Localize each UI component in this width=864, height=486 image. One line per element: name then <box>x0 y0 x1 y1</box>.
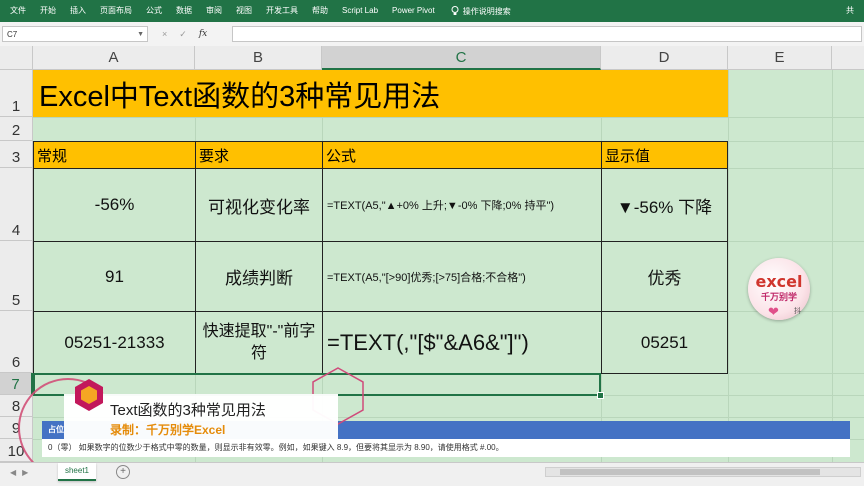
tab-help[interactable]: 帮助 <box>306 0 334 22</box>
tab-formulas[interactable]: 公式 <box>140 0 168 22</box>
tab-script-lab[interactable]: Script Lab <box>336 0 384 22</box>
cancel-icon[interactable]: × <box>162 29 167 39</box>
sheet-nav-arrows-icon[interactable]: ◀▶ <box>10 468 34 477</box>
sheet-tab-sheet1[interactable]: sheet1 <box>58 463 96 481</box>
ribbon-tabs: 文件 开始 插入 页面布局 公式 数据 审阅 视图 开发工具 帮助 Script… <box>4 0 511 22</box>
cell-d5[interactable]: 优秀 <box>601 241 728 312</box>
row-header-5[interactable]: 5 <box>0 241 33 311</box>
hexagon-logo-icon <box>75 379 103 411</box>
lightbulb-icon <box>451 6 459 15</box>
column-header-a[interactable]: A <box>33 46 195 70</box>
header-cell-b[interactable]: 要求 <box>195 141 323 169</box>
row-header-6[interactable]: 6 <box>0 311 33 373</box>
tell-me-search[interactable]: 操作说明搜索 <box>451 6 511 17</box>
row-header-2[interactable]: 2 <box>0 117 33 141</box>
tab-data[interactable]: 数据 <box>170 0 198 22</box>
cell-a4[interactable]: -56% <box>33 168 196 242</box>
header-cell-d[interactable]: 显示值 <box>601 141 728 169</box>
name-box-value: C7 <box>7 30 18 39</box>
overlay-subtitle: 录制：千万别学Excel <box>110 423 226 437</box>
fill-handle[interactable] <box>597 392 604 399</box>
cell-c4[interactable]: =TEXT(A5,"▲+0% 上升;▼-0% 下降;0% 持平") <box>322 168 602 242</box>
column-header-d[interactable]: D <box>601 46 728 70</box>
column-header-e[interactable]: E <box>728 46 832 70</box>
tab-home[interactable]: 开始 <box>34 0 62 22</box>
row-header-7[interactable]: 7 <box>0 373 33 395</box>
row-header-1[interactable]: 1 <box>0 70 33 117</box>
cell-a5[interactable]: 91 <box>33 241 196 312</box>
cell-b6[interactable]: 快速提取"-"前字符 <box>195 311 323 374</box>
formula-buttons: × ✓ fx <box>162 26 219 42</box>
overlay-title: Text函数的3种常见用法 <box>110 402 266 419</box>
sheet-tab-bar: ◀▶ sheet1 + <box>0 462 864 486</box>
select-all-corner[interactable] <box>0 46 33 70</box>
row-header-4[interactable]: 4 <box>0 168 33 241</box>
scrollbar-thumb[interactable] <box>560 469 820 475</box>
tab-power-pivot[interactable]: Power Pivot <box>386 0 441 22</box>
sheet-title-cell[interactable]: Excel中Text函数的3种常见用法 <box>33 70 728 117</box>
cell-d6[interactable]: 05251 <box>601 311 728 374</box>
tell-me-label: 操作说明搜索 <box>462 6 511 16</box>
watermark-subtext: 千万别学 <box>760 292 797 302</box>
tab-view[interactable]: 视图 <box>230 0 258 22</box>
name-box[interactable]: C7 ▼ <box>2 26 148 42</box>
formula-input[interactable] <box>232 26 862 42</box>
cell-c5[interactable]: =TEXT(A5,"[>90]优秀;[>75]合格;不合格") <box>322 241 602 312</box>
row-header-3[interactable]: 3 <box>0 141 33 168</box>
tab-file[interactable]: 文件 <box>4 0 32 22</box>
tab-insert[interactable]: 插入 <box>64 0 92 22</box>
add-sheet-button[interactable]: + <box>116 465 130 479</box>
tab-page-layout[interactable]: 页面布局 <box>94 0 138 22</box>
cell-c6[interactable]: =TEXT(,"[$"&A6&"]") <box>322 311 602 374</box>
tab-developer[interactable]: 开发工具 <box>260 0 304 22</box>
tab-review[interactable]: 审阅 <box>200 0 228 22</box>
watermark-mark: 抖 <box>794 308 801 315</box>
heart-icon: ❤ <box>768 304 779 319</box>
ribbon-bar: 文件 开始 插入 页面布局 公式 数据 审阅 视图 开发工具 帮助 Script… <box>0 0 864 22</box>
chevron-down-icon[interactable]: ▼ <box>137 27 144 43</box>
enter-icon[interactable]: ✓ <box>179 29 187 40</box>
column-header-b[interactable]: B <box>195 46 322 70</box>
cell-b5[interactable]: 成绩判断 <box>195 241 323 312</box>
cell-d4[interactable]: ▼-56% 下降 <box>601 168 728 242</box>
cell-b4[interactable]: 可视化变化率 <box>195 168 323 242</box>
header-cell-c[interactable]: 公式 <box>322 141 602 169</box>
formula-bar: C7 ▼ × ✓ fx <box>0 22 864 47</box>
cell-a6[interactable]: 05251-21333 <box>33 311 196 374</box>
watermark-logo: excel 千万别学 ❤ 抖 <box>748 258 810 320</box>
watermark-text: excel <box>755 272 803 291</box>
insert-function-icon[interactable]: fx <box>199 29 207 39</box>
share-button[interactable]: 共 <box>846 0 864 22</box>
header-cell-a[interactable]: 常规 <box>33 141 196 169</box>
column-header-f[interactable] <box>832 46 864 70</box>
column-header-c[interactable]: C <box>322 46 601 70</box>
horizontal-scrollbar[interactable] <box>545 467 861 477</box>
